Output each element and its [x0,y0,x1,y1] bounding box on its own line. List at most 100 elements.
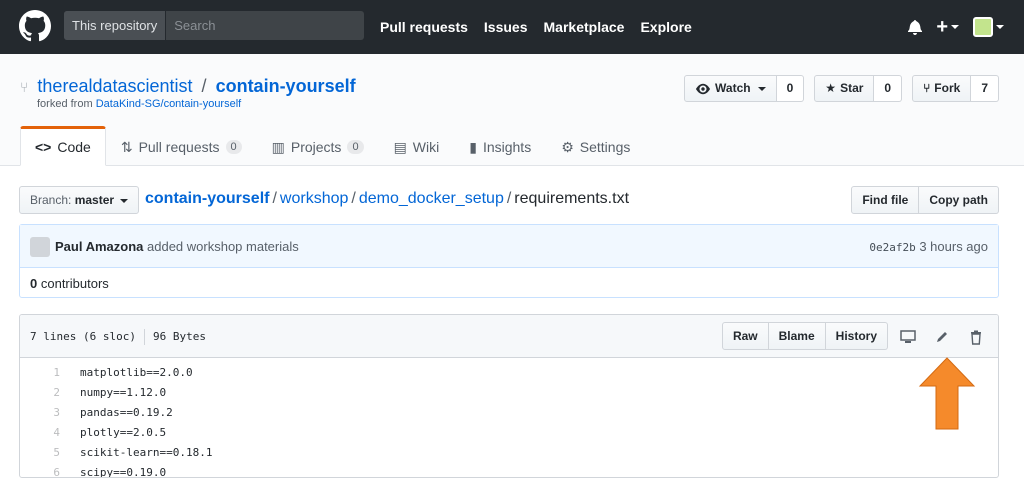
pull-request-icon: ⇅ [120,138,133,155]
watch-count[interactable]: 0 [776,75,805,102]
tab-projects[interactable]: ▥ Projects 0 [257,126,379,166]
contributors-count: 0 [30,276,38,291]
code-icon: <> [35,139,52,155]
tab-pull-requests[interactable]: ⇅ Pull requests 0 [106,126,257,166]
plus-icon: + [936,15,948,38]
nav-explore[interactable]: Explore [640,19,691,35]
repo-name-link[interactable]: contain-yourself [216,76,356,96]
tab-label: Settings [579,139,631,155]
breadcrumb-repo-root[interactable]: contain-yourself [145,190,269,207]
line-number[interactable]: 5 [20,446,70,459]
line-number[interactable]: 2 [20,386,70,399]
arrow-up-annotation-icon [918,357,976,430]
fork-icon: ⑂ [923,81,931,95]
repo-owner-link[interactable]: therealdatascientist [37,76,192,96]
tab-counter: 0 [347,140,364,154]
commit-meta: 0e2af2b 3 hours ago [869,239,988,254]
file-action-icons [898,327,986,347]
pencil-icon[interactable] [932,327,952,347]
user-menu-button[interactable] [973,17,1004,37]
fork-label: Fork [934,81,961,95]
bell-icon[interactable] [908,19,923,35]
github-logo-icon[interactable] [19,10,51,42]
global-header: This repository Pull requests Issues Mar… [0,0,1024,54]
contributors: 0 contributors [30,276,109,291]
avatar[interactable] [30,237,50,257]
breadcrumb-current-file: requirements.txt [514,190,630,207]
blame-button[interactable]: Blame [768,322,826,350]
search-input[interactable] [166,11,364,40]
breadcrumb-separator: / [506,190,512,207]
line-number[interactable]: 6 [20,466,70,478]
line-content: pandas==0.19.2 [80,405,173,419]
project-icon: ▥ [271,138,285,155]
raw-button[interactable]: Raw [721,322,769,350]
fork-count[interactable]: 7 [971,75,999,102]
line-content: matplotlib==2.0.0 [80,365,193,379]
commit-title[interactable]: added workshop materials [147,239,299,254]
find-file-button[interactable]: Find file [851,186,920,214]
repo-actions: Watch 0 ★ Star 0 ⑂ Fork 7 [684,75,999,102]
breadcrumb-separator: / [351,190,356,207]
commit-time: 3 hours ago [919,239,988,254]
nav-marketplace[interactable]: Marketplace [544,19,625,35]
copy-path-button[interactable]: Copy path [919,186,999,214]
line-number[interactable]: 4 [20,426,70,439]
line-number[interactable]: 1 [20,366,70,379]
line-number[interactable]: 3 [20,406,70,419]
star-count[interactable]: 0 [874,75,903,102]
breadcrumb-workshop[interactable]: workshop [280,190,348,207]
search-scope-label[interactable]: This repository [64,11,167,40]
star-button[interactable]: ★ Star [814,75,875,102]
commit-sha-link[interactable]: 0e2af2b [869,241,915,254]
nav-pull-requests[interactable]: Pull requests [380,19,468,35]
fork-group: ⑂ Fork 7 [912,75,999,102]
tab-label: Projects [290,139,342,155]
line-content: numpy==1.12.0 [80,385,167,399]
trash-icon[interactable] [966,327,986,347]
code-line: 2 numpy==1.12.0 [20,382,998,402]
code-line: 3 pandas==0.19.2 [20,402,998,422]
branch-select-button[interactable]: Branch: master [19,186,140,214]
code-line: 4 plotly==2.0.5 [20,422,998,442]
desktop-icon[interactable] [898,327,918,347]
tab-label: Code [57,139,91,155]
avatar [973,17,993,37]
chevron-down-icon [757,86,766,91]
watch-label: Watch [715,81,751,95]
nav-issues[interactable]: Issues [484,19,528,35]
line-content: plotly==2.0.5 [80,425,167,439]
star-icon: ★ [825,81,837,95]
star-label: Star [840,81,864,95]
line-content: scipy==0.19.0 [80,465,167,478]
file-size: 96 Bytes [152,330,206,343]
tab-label: Pull requests [138,139,220,155]
code-line: 1 matplotlib==2.0.0 [20,362,998,382]
contributors-label: contributors [40,276,109,291]
latest-commit: Paul Amazona added workshop materials 0e… [20,225,998,268]
tab-settings[interactable]: ⚙ Settings [546,126,645,166]
repo-tabs: <> Code ⇅ Pull requests 0 ▥ Projects 0 ▤… [20,126,645,166]
repo-title-separator: / [201,76,207,96]
tab-code[interactable]: <> Code [20,126,106,166]
file-header: 7 lines (6 sloc) 96 Bytes Raw Blame Histo… [20,315,998,358]
create-new-button[interactable]: + [936,16,959,39]
forked-from-link[interactable]: DataKind-SG/contain-yourself [96,98,242,110]
book-icon: ▤ [393,138,407,155]
chevron-down-icon [951,25,959,30]
fork-button[interactable]: ⑂ Fork [912,75,972,102]
header-actions: + [908,0,1004,54]
watch-button[interactable]: Watch [684,75,777,102]
repo-header: ⑂ therealdatascientist / contain-yoursel… [0,54,1024,166]
breadcrumb-demo-docker-setup[interactable]: demo_docker_setup [359,190,504,207]
star-group: ★ Star 0 [814,75,903,102]
divider [143,329,145,345]
branch-name: master [74,193,115,207]
tab-wiki[interactable]: ▤ Wiki [379,126,455,166]
history-button[interactable]: History [825,322,888,350]
code-line: 5 scikit-learn==0.18.1 [20,442,998,462]
tab-insights[interactable]: ▮ Insights [454,126,546,166]
forked-from: forked from DataKind-SG/contain-yourself [37,98,241,110]
forked-from-prefix: forked from [37,98,93,110]
commit-author[interactable]: Paul Amazona [55,239,143,254]
